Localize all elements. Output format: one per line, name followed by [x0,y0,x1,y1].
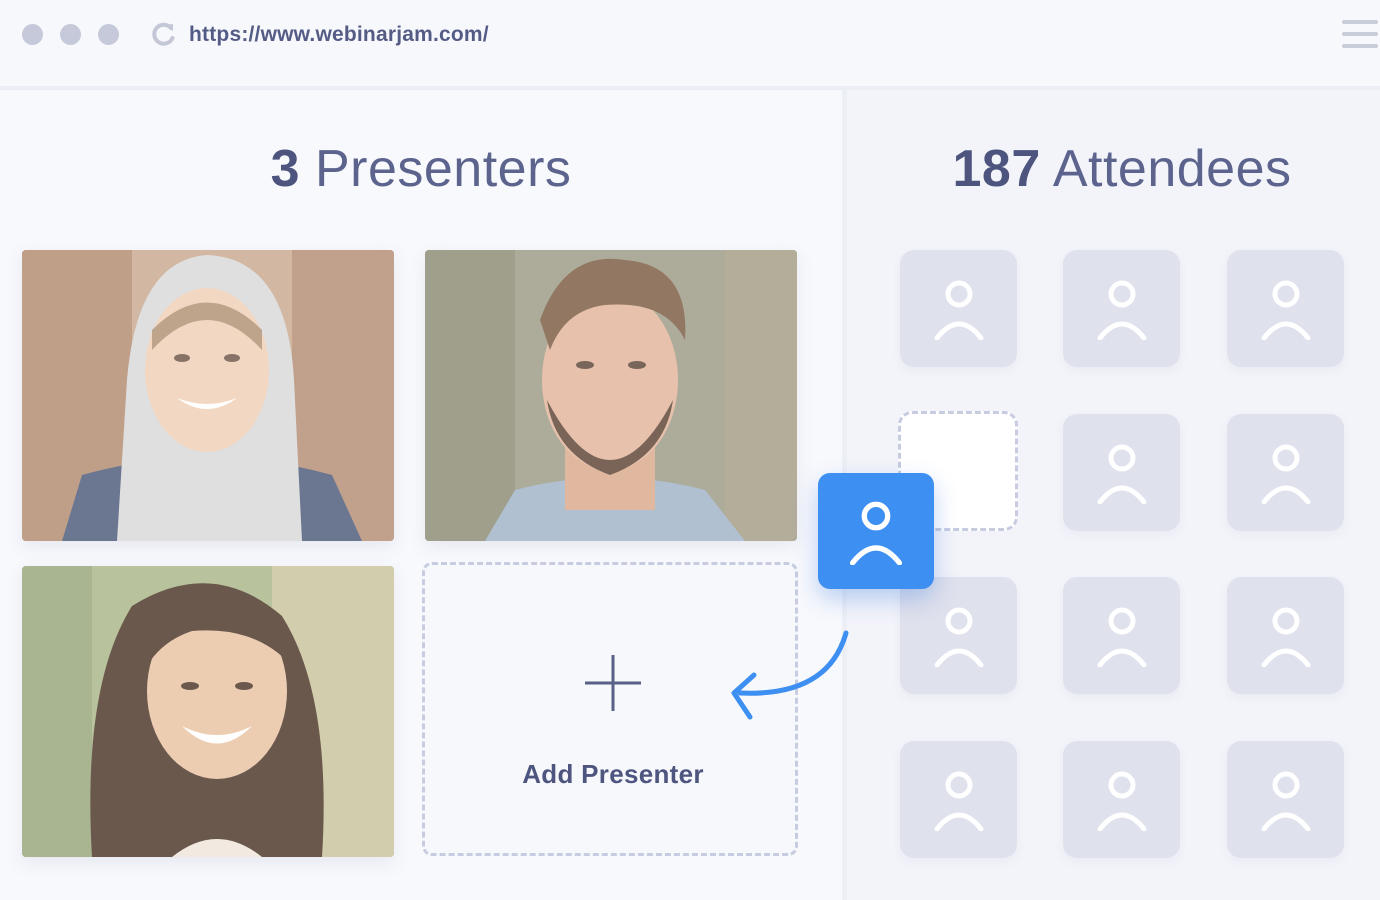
presenters-heading: 3 Presenters [0,136,842,202]
add-presenter-label: Add Presenter [522,759,704,789]
user-icon [849,501,903,565]
user-icon [1097,607,1147,667]
attendee-tile[interactable] [1227,577,1344,694]
user-icon [1097,280,1147,340]
window-dot-icon[interactable] [60,24,81,45]
attendee-tile[interactable] [900,250,1017,367]
presenter-video-1[interactable] [22,250,394,541]
browser-toolbar: https://www.webinarjam.com/ [0,0,1380,90]
attendee-tile[interactable] [1227,414,1344,531]
attendee-tile[interactable] [1063,577,1180,694]
attendee-tile[interactable] [1063,250,1180,367]
attendee-tile[interactable] [900,577,1017,694]
user-icon [1261,607,1311,667]
user-icon [1261,771,1311,831]
dragged-attendee-card[interactable] [818,473,934,589]
presenters-count: 3 [270,140,300,198]
user-icon [934,607,984,667]
presenter-video-2[interactable] [425,250,797,541]
attendee-tile[interactable] [1227,741,1344,858]
attendees-count: 187 [952,140,1041,198]
user-icon [934,771,984,831]
presenters-label: Presenters [314,140,572,198]
attendees-label: Attendees [1052,140,1292,198]
plus-icon [585,655,641,711]
user-icon [1261,280,1311,340]
attendee-tile[interactable] [1227,250,1344,367]
window-dot-icon[interactable] [98,24,119,45]
hamburger-menu-icon[interactable] [1342,20,1378,50]
user-icon [1261,444,1311,504]
user-icon [1097,444,1147,504]
user-icon [934,280,984,340]
attendees-heading: 187 Attendees [847,136,1380,202]
reload-icon[interactable] [150,20,178,48]
attendee-tile[interactable] [900,741,1017,858]
presenter-video-3[interactable] [22,566,394,857]
window-dot-icon[interactable] [22,24,43,45]
curved-arrow-icon [731,630,849,720]
attendee-tile[interactable] [1063,414,1180,531]
address-bar-url[interactable]: https://www.webinarjam.com/ [189,22,489,48]
user-icon [1097,771,1147,831]
attendee-tile[interactable] [1063,741,1180,858]
